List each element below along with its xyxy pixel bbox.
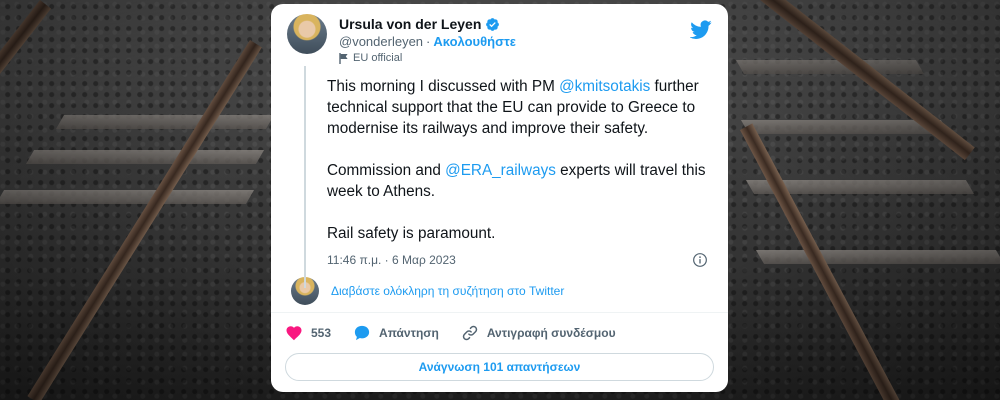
tweet-paragraph: This morning I discussed with PM @kmitso…	[327, 76, 714, 139]
thread-line	[304, 66, 306, 288]
reply-button[interactable]: Απάντηση	[353, 324, 439, 342]
author-handle[interactable]: @vonderleyen	[339, 34, 423, 49]
tweet-actions: 553 Απάντηση Αντιγραφή συνδέσμου	[285, 313, 714, 353]
tweet-header: Ursula von der Leyen @vonderleyen · Ακολου…	[285, 14, 714, 64]
tweet-embed-card: Ursula von der Leyen @vonderleyen · Ακολου…	[271, 4, 728, 392]
tweet-text-segment: This morning I discussed with PM	[327, 78, 560, 95]
heart-icon	[286, 326, 302, 341]
mention-link[interactable]: @ERA_railways	[445, 162, 556, 179]
tweet-paragraph: Rail safety is paramount.	[327, 223, 714, 244]
mention-link[interactable]: @kmitsotakis	[559, 78, 650, 95]
info-icon[interactable]	[692, 252, 708, 268]
affiliation-label: EU official	[339, 52, 516, 64]
flag-icon	[339, 52, 348, 64]
author-info: Ursula von der Leyen @vonderleyen · Ακολου…	[339, 14, 516, 64]
twitter-bird-icon[interactable]	[690, 18, 712, 40]
tweet-text-segment: Rail safety is paramount.	[327, 225, 496, 242]
tweet-text-segment: Commission and	[327, 162, 446, 179]
affiliation-text: EU official	[353, 52, 403, 64]
reply-label: Απάντηση	[379, 326, 439, 340]
read-conversation-row[interactable]: Διαβάστε ολόκληρη τη συζήτηση στο Twitte…	[285, 277, 714, 305]
reply-bubble-icon	[354, 325, 370, 341]
follow-button[interactable]: Ακολουθήστε	[433, 34, 516, 49]
author-avatar[interactable]	[287, 14, 327, 54]
like-button[interactable]: 553	[285, 324, 331, 342]
link-icon	[462, 325, 478, 341]
read-replies-button[interactable]: Ανάγνωση 101 απαντήσεων	[285, 353, 714, 381]
read-conversation-link[interactable]: Διαβάστε ολόκληρη τη συζήτηση στο Twitte…	[331, 284, 564, 298]
verified-badge-icon	[486, 17, 500, 31]
tweet-timestamp[interactable]: 11:46 π.μ. · 6 Μαρ 2023	[327, 253, 456, 267]
author-display-name[interactable]: Ursula von der Leyen	[339, 16, 481, 32]
tweet-paragraph: Commission and @ERA_railways experts wil…	[327, 160, 714, 202]
like-count: 553	[311, 326, 332, 340]
copy-link-label: Αντιγραφή συνδέσμου	[486, 326, 616, 340]
tweet-text: This morning I discussed with PM @kmitso…	[327, 76, 714, 244]
separator-dot: ·	[426, 34, 431, 49]
copy-link-button[interactable]: Αντιγραφή συνδέσμου	[461, 324, 616, 342]
